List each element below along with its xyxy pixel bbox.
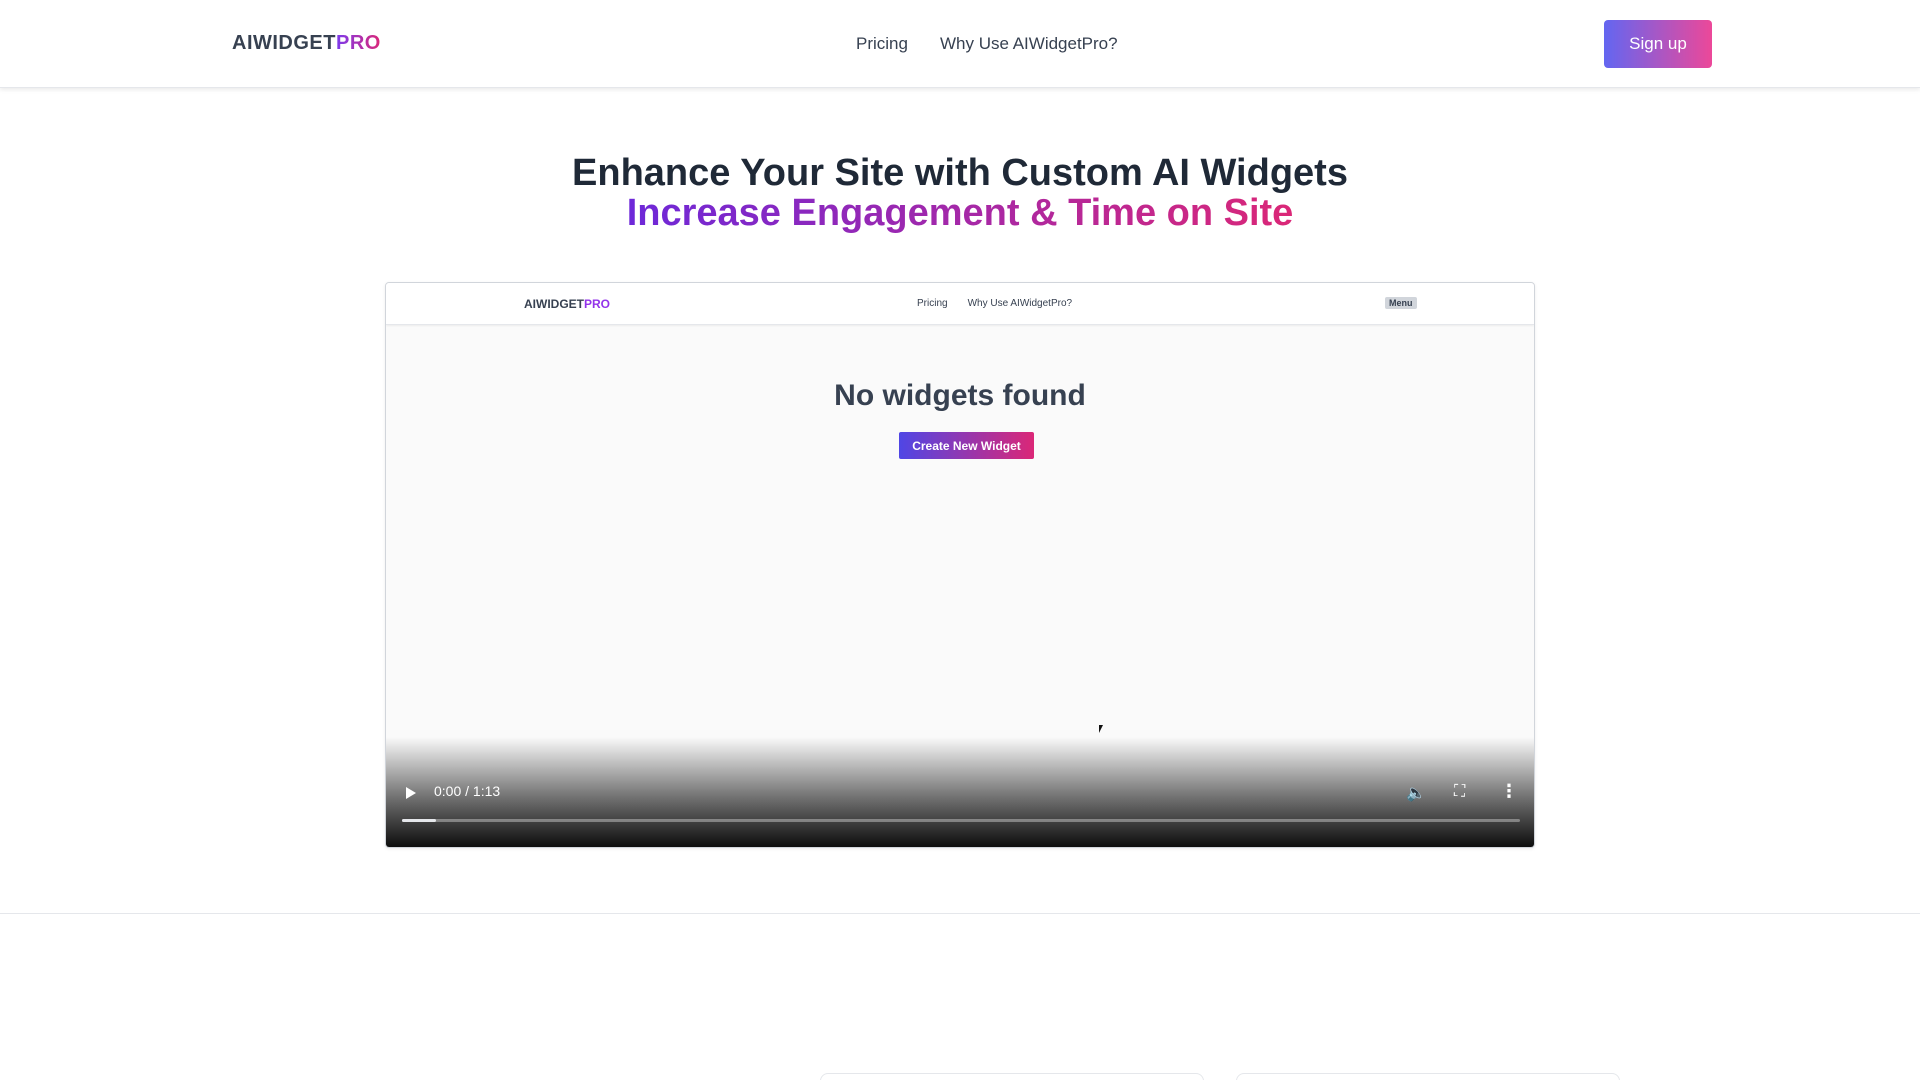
video-inner-header: AIWIDGETPRO Pricing Why Use AIWidgetPro?… (386, 283, 1534, 325)
mouse-cursor-icon (1099, 725, 1103, 733)
nav-why-use[interactable]: Why Use AIWidgetPro? (940, 34, 1118, 54)
video-progress-buffered (402, 819, 436, 822)
feature-card (820, 1073, 1204, 1080)
volume-icon[interactable]: 🔈 (1406, 783, 1426, 803)
logo-main: AIWIDGET (232, 32, 336, 54)
section-divider (0, 913, 1920, 914)
play-icon[interactable] (406, 787, 416, 799)
video-controls: 0:00 / 1:13 🔈 ⛶ ⋮ (386, 737, 1534, 847)
logo[interactable]: AIWIDGETPRO (232, 32, 381, 55)
more-options-icon[interactable]: ⋮ (1500, 781, 1518, 802)
video-inner-nav: Pricing Why Use AIWidgetPro? (917, 298, 1072, 309)
hero-subtitle-text: Increase Engagement & Time on Site (626, 192, 1294, 234)
video-inner-logo-accent: PRO (584, 297, 611, 311)
video-inner-logo-main: AIWIDGET (524, 297, 584, 311)
video-inner-menu: Menu (1385, 297, 1417, 309)
main-nav: Pricing Why Use AIWidgetPro? (856, 34, 1118, 54)
video-time: 0:00 / 1:13 (434, 783, 501, 799)
site-header: AIWIDGETPRO Pricing Why Use AIWidgetPro?… (0, 0, 1920, 88)
video-inner-logo: AIWIDGETPRO (524, 297, 610, 311)
video-create-widget-button: Create New Widget (899, 432, 1034, 459)
hero-subtitle: Increase Engagement & Time on Site (0, 190, 1920, 236)
video-inner-nav-pricing: Pricing (917, 298, 948, 309)
demo-video[interactable]: AIWIDGETPRO Pricing Why Use AIWidgetPro?… (385, 282, 1535, 848)
logo-accent: PRO (336, 32, 381, 54)
video-inner-nav-why-use: Why Use AIWidgetPro? (967, 298, 1073, 309)
nav-pricing[interactable]: Pricing (856, 34, 908, 54)
fullscreen-icon[interactable]: ⛶ (1454, 783, 1465, 801)
feature-card (1236, 1073, 1620, 1080)
video-progress-bar[interactable] (402, 819, 1520, 822)
signup-button[interactable]: Sign up (1604, 20, 1712, 68)
video-empty-message: No widgets found (834, 379, 1086, 412)
